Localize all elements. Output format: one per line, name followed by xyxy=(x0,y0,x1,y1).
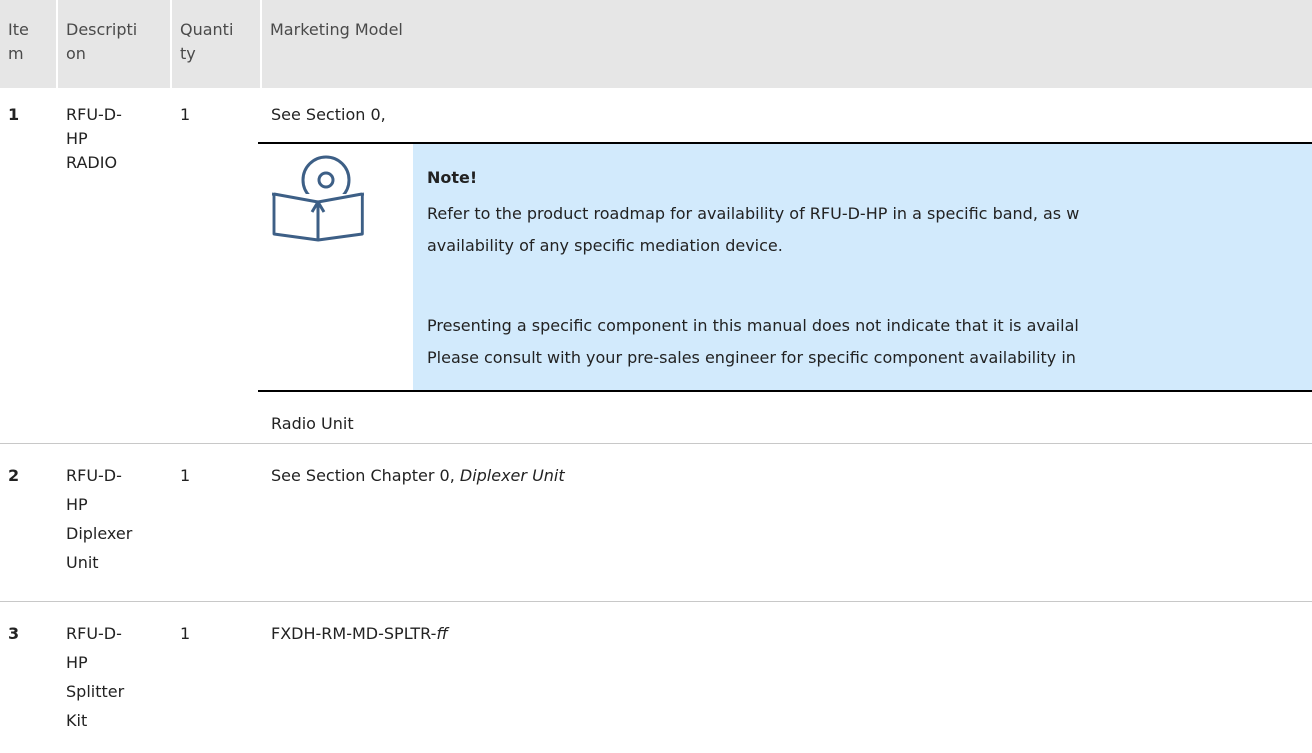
note-paragraph: Presenting a specific component in this … xyxy=(427,316,1079,367)
row-item-number: 3 xyxy=(8,624,20,643)
row-quantity: 1 xyxy=(180,624,191,643)
model-italic: ff xyxy=(436,624,448,643)
row-marketing-model: See Section Chapter 0, Diplexer Unit xyxy=(271,464,1311,488)
table-header: Ite m Descripti on Quanti ty Marketing M… xyxy=(0,0,1312,88)
note-callout: Note! Refer to the product roadmap for a… xyxy=(258,142,1312,394)
model-text: FXDH-RM-MD-SPLTR- xyxy=(271,624,437,643)
row-quantity: 1 xyxy=(180,466,191,485)
note-title: Note! xyxy=(427,168,478,187)
book-cd-icon xyxy=(271,150,365,242)
model-text: See Section Chapter 0, xyxy=(271,466,460,485)
header-quantity: Quanti ty xyxy=(172,0,260,88)
row-marketing-model: See Section 0, xyxy=(271,105,386,124)
model-italic: Diplexer Unit xyxy=(459,466,565,485)
row-description: RFU-D- HP Diplexer Unit xyxy=(66,466,133,572)
row-divider xyxy=(0,443,1312,444)
row-quantity: 1 xyxy=(180,105,191,124)
header-item: Ite m xyxy=(0,0,56,88)
row-item-number: 1 xyxy=(8,105,20,124)
parts-table: Ite m Descripti on Quanti ty Marketing M… xyxy=(0,0,1312,753)
table-row: 2 RFU-D- HP Diplexer Unit 1 See Section … xyxy=(0,464,1312,584)
note-box: Note! Refer to the product roadmap for a… xyxy=(413,144,1312,390)
row-marketing-model: FXDH-RM-MD-SPLTR-ff xyxy=(271,622,1311,646)
note-paragraph: Refer to the product roadmap for availab… xyxy=(427,204,1080,255)
table-row: 3 RFU-D- HP Splitter Kit 1 FXDH-RM-MD-SP… xyxy=(0,622,1312,750)
row-divider xyxy=(0,601,1312,602)
row-description: RFU-D- HP RADIO xyxy=(66,105,122,172)
header-marketing-model: Marketing Model xyxy=(262,0,1312,88)
row-marketing-model-suffix: Radio Unit xyxy=(271,414,354,433)
header-description: Descripti on xyxy=(58,0,170,88)
row-description: RFU-D- HP Splitter Kit xyxy=(66,624,125,730)
row-item-number: 2 xyxy=(8,466,20,485)
note-bottom-rule xyxy=(258,390,1312,392)
